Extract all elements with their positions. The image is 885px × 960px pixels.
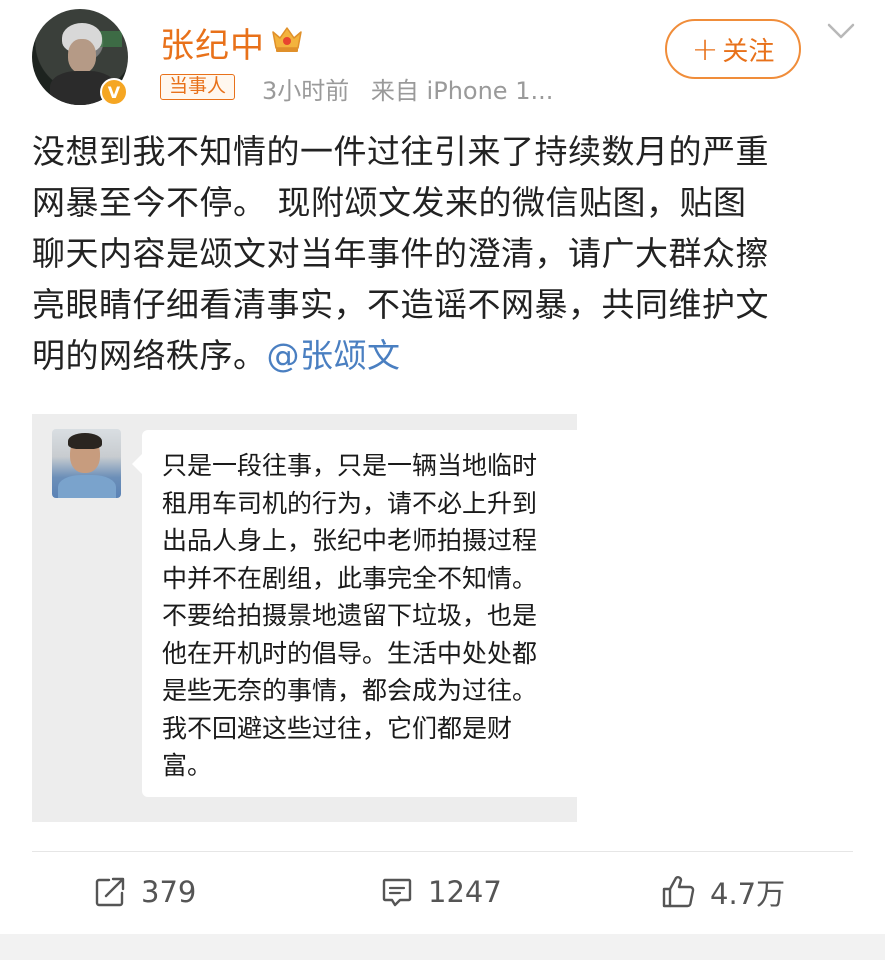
like-count: 4.7万 xyxy=(710,877,786,911)
comment-button[interactable]: 1247 xyxy=(380,868,502,916)
post-text: 没想到我不知情的一件过往引来了持续数月的严重 网暴至今不停。 现附颂文发来的微信… xyxy=(32,126,856,381)
role-tag: 当事人 xyxy=(160,74,236,100)
chat-line: 出品人身上，张纪中老师拍摄过程 xyxy=(162,526,538,555)
plus-icon: + xyxy=(691,30,719,68)
mention-link[interactable]: @张颂文 xyxy=(267,336,401,375)
chat-line: 我不回避这些过往，它们都是财 xyxy=(162,713,513,743)
chat-line: 租用车司机的行为，请不必上升到 xyxy=(162,488,538,518)
post-last-line: 明的网络秩序。 xyxy=(32,336,267,375)
divider xyxy=(32,851,853,852)
follow-button[interactable]: + 关注 xyxy=(665,19,801,79)
username[interactable]: 张纪中 xyxy=(160,18,265,67)
post-line: 亮眼睛仔细看清事实，不造谣不网暴，共同维护文 xyxy=(32,285,769,324)
crown-icon[interactable] xyxy=(270,24,304,54)
comment-icon xyxy=(382,878,412,907)
post-image[interactable]: 只是一段往事，只是一辆当地临时 租用车司机的行为，请不必上升到 出品人身上，张纪… xyxy=(32,414,577,822)
repost-count: 379 xyxy=(141,875,197,909)
chevron-down-icon[interactable] xyxy=(826,22,856,40)
repost-icon xyxy=(95,877,125,907)
chat-avatar xyxy=(52,429,121,498)
chat-bubble: 只是一段往事，只是一辆当地临时 租用车司机的行为，请不必上升到 出品人身上，张纪… xyxy=(132,430,577,797)
bottom-separator xyxy=(0,934,885,960)
follow-label: 关注 xyxy=(722,36,775,67)
like-icon xyxy=(662,876,695,908)
chat-line: 不要给拍摄景地遗留下垃圾，也是 xyxy=(162,601,538,630)
chat-line: 富。 xyxy=(162,751,213,780)
repost-button[interactable]: 379 xyxy=(93,868,196,916)
post-time: 3小时前 xyxy=(262,77,350,105)
post-source[interactable]: 来自 iPhone 1... xyxy=(371,77,553,105)
chat-line: 是些无奈的事情，都会成为过往。 xyxy=(162,676,538,705)
post-line: 明的网络秩序。@张颂文 xyxy=(32,330,856,381)
chat-line: 他在开机时的倡导。生活中处处都 xyxy=(162,638,538,668)
post-line: 聊天内容是颂文对当年事件的澄清，请广大群众擦 xyxy=(32,234,769,273)
chat-line: 只是一段往事，只是一辆当地临时 xyxy=(162,451,538,480)
like-button[interactable]: 4.7万 xyxy=(660,868,785,916)
comment-count: 1247 xyxy=(428,875,502,909)
post-line: 网暴至今不停。 现附颂文发来的微信贴图，贴图 xyxy=(32,183,747,222)
weibo-post: V 张纪中 当事人 3小时前 来自 iPhone 1... + 关注 没想到我不… xyxy=(0,0,885,960)
chat-line: 中并不在剧组，此事完全不知情。 xyxy=(162,563,538,593)
chat-text: 只是一段往事，只是一辆当地临时 租用车司机的行为，请不必上升到 出品人身上，张纪… xyxy=(162,447,577,785)
post-line: 没想到我不知情的一件过往引来了持续数月的严重 xyxy=(32,132,769,171)
post-meta: 3小时前 来自 iPhone 1... xyxy=(262,71,567,106)
verified-icon: V xyxy=(100,78,128,106)
